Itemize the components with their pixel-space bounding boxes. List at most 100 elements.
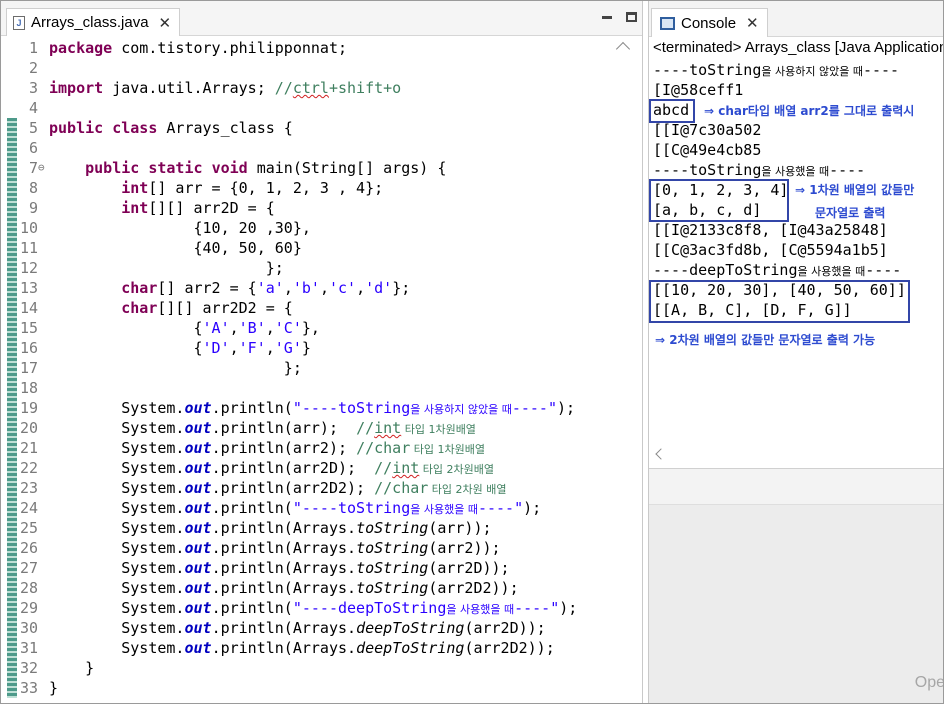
code-token: 타입 1차원배열 <box>401 423 476 436</box>
console-token: [[I@7c30a502 <box>653 121 762 139</box>
code-token: 'C' <box>274 319 302 337</box>
code-line[interactable]: 20 System.out.println(arr); //int 타입 1차원… <box>0 418 612 438</box>
line-number: 3 <box>28 79 38 97</box>
code-token: , <box>265 339 275 357</box>
scroll-up-arrow-icon[interactable] <box>615 41 631 57</box>
console-token: ---- <box>829 161 866 179</box>
console-tab[interactable]: Console ✕ <box>651 8 768 37</box>
close-icon[interactable]: ✕ <box>746 14 759 32</box>
console-tab-bar: Console ✕ <box>649 0 944 37</box>
line-number: 9 <box>28 199 38 217</box>
code-line[interactable]: 17 }; <box>0 358 612 378</box>
code-token: System. <box>49 539 185 557</box>
code-text: System.out.println(Arrays.deepToString(a… <box>49 638 555 658</box>
code-area[interactable]: 1 package com.tistory.philipponnat; 2 3 impo… <box>0 38 612 698</box>
code-line[interactable]: 31 System.out.println(Arrays.deepToStrin… <box>0 638 612 658</box>
editor-vertical-scrollbar[interactable] <box>614 38 634 698</box>
code-token: ); <box>559 599 578 617</box>
code-token: +shift+o <box>328 79 402 97</box>
code-token: import <box>49 79 104 97</box>
code-line[interactable]: 23 System.out.println(arr2D2); //char 타입… <box>0 478 612 498</box>
minimize-icon[interactable] <box>602 16 612 19</box>
console-line: [I@58ceff1 <box>653 80 941 100</box>
scroll-left-arrow-icon[interactable] <box>655 448 667 460</box>
console-token: 을 사용하지 않았을 때 <box>761 65 863 78</box>
console-token: [a, b, c, d] <box>653 201 762 219</box>
code-token: char <box>121 299 158 317</box>
code-token: deepToString <box>356 639 465 657</box>
editor-tab-arrays-class[interactable]: J Arrays_class.java ✕ <box>6 8 181 36</box>
code-line[interactable]: 19 System.out.println("----toString을 사용하… <box>0 398 612 418</box>
code-line[interactable]: 14 char[][] arr2D2 = { <box>0 298 612 318</box>
code-line[interactable]: 11 {40, 50, 60} <box>0 238 612 258</box>
code-token: System. <box>49 599 185 617</box>
code-line[interactable]: 18 <box>0 378 612 398</box>
code-token: 을 사용하지 않았을 때 <box>410 403 512 416</box>
code-token: ----" <box>477 499 524 517</box>
code-text: System.out.println(arr); //int 타입 1차원배열 <box>49 418 476 440</box>
code-token: { <box>49 339 203 357</box>
code-token: out <box>184 399 212 417</box>
maximize-icon[interactable] <box>626 12 637 22</box>
code-line[interactable]: 5 public class Arrays_class { <box>0 118 612 138</box>
console-token: [I@58ceff1 <box>653 81 744 99</box>
code-text: package com.tistory.philipponnat; <box>49 38 347 58</box>
console-line: [a, b, c, d] <box>653 200 941 220</box>
line-number: 12 <box>19 259 38 277</box>
code-line[interactable]: 9 int[][] arr2D = { <box>0 198 612 218</box>
code-line[interactable]: 29 System.out.println("----deepToString을… <box>0 598 612 618</box>
code-line[interactable]: 13 char[] arr2 = {'a','b','c','d'}; <box>0 278 612 298</box>
code-token: {40, 50, 60} <box>49 239 302 257</box>
code-line[interactable]: 15 {'A','B','C'}, <box>0 318 612 338</box>
code-line[interactable]: 33} <box>0 678 612 698</box>
console-line: [[I@2133c8f8, [I@43a25848] <box>653 220 941 240</box>
code-token: , <box>356 279 366 297</box>
code-line[interactable]: 27 System.out.println(Arrays.toString(ar… <box>0 558 612 578</box>
code-token: 타입 2차원 배열 <box>428 483 507 496</box>
code-token: out <box>184 579 212 597</box>
code-token: .println(Arrays. <box>211 559 357 577</box>
code-token: System. <box>49 459 185 477</box>
code-line[interactable]: 26 System.out.println(Arrays.toString(ar… <box>0 538 612 558</box>
code-token: .println( <box>211 499 293 517</box>
code-line[interactable]: 32 } <box>0 658 612 678</box>
code-token: System. <box>49 419 185 437</box>
code-token: System. <box>49 519 185 537</box>
line-number: 24 <box>19 499 38 517</box>
code-token: out <box>184 619 212 637</box>
code-line[interactable]: 30 System.out.println(Arrays.deepToStrin… <box>0 618 612 638</box>
code-line[interactable]: 16 {'D','F','G'} <box>0 338 612 358</box>
code-line[interactable]: 3 import java.util.Arrays; //ctrl+shift+o <box>0 78 612 98</box>
line-number: 30 <box>19 619 38 637</box>
code-line[interactable]: 6 <box>0 138 612 158</box>
code-line[interactable]: 28 System.out.println(Arrays.toString(ar… <box>0 578 612 598</box>
code-line[interactable]: 24 System.out.println("----toString을 사용했… <box>0 498 612 518</box>
code-token: 'F' <box>238 339 266 357</box>
code-line[interactable]: 7 ⊖ public static void main(String[] args… <box>0 158 612 178</box>
annotation-note-char-array: ⇒ char타입 배열 arr2를 그대로 출력시 <box>704 104 915 118</box>
code-line[interactable]: 22 System.out.println(arr2D); //int 타입 2… <box>0 458 612 478</box>
close-icon[interactable]: ✕ <box>159 14 172 32</box>
code-line[interactable]: 2 <box>0 58 612 78</box>
code-token: toString <box>356 559 429 577</box>
code-line[interactable]: 8 int[] arr = {0, 1, 2, 3 , 4}; <box>0 178 612 198</box>
code-line[interactable]: 10 {10, 20 ,30}, <box>0 218 612 238</box>
code-token: .println(arr2D2); <box>211 479 375 497</box>
line-number: 31 <box>19 639 38 657</box>
line-number: 23 <box>19 479 38 497</box>
code-line[interactable]: 4 <box>0 98 612 118</box>
code-token: com.tistory.philipponnat; <box>112 39 348 57</box>
code-line[interactable]: 12 }; <box>0 258 612 278</box>
code-text: {40, 50, 60} <box>49 238 302 258</box>
console-horizontal-scrollbar[interactable] <box>649 445 944 465</box>
annotation-note-2d: ⇒ 2차원 배열의 값들만 문자열로 출력 가능 <box>655 333 876 347</box>
fold-toggle-icon[interactable]: ⊖ <box>38 158 48 178</box>
code-line[interactable]: 1 package com.tistory.philipponnat; <box>0 38 612 58</box>
code-token: // <box>356 419 375 437</box>
code-token: } <box>49 679 59 697</box>
code-line[interactable]: 21 System.out.println(arr2); //char 타입 1… <box>0 438 612 458</box>
code-line[interactable]: 25 System.out.println(Arrays.toString(ar… <box>0 518 612 538</box>
code-token: int <box>392 459 420 477</box>
